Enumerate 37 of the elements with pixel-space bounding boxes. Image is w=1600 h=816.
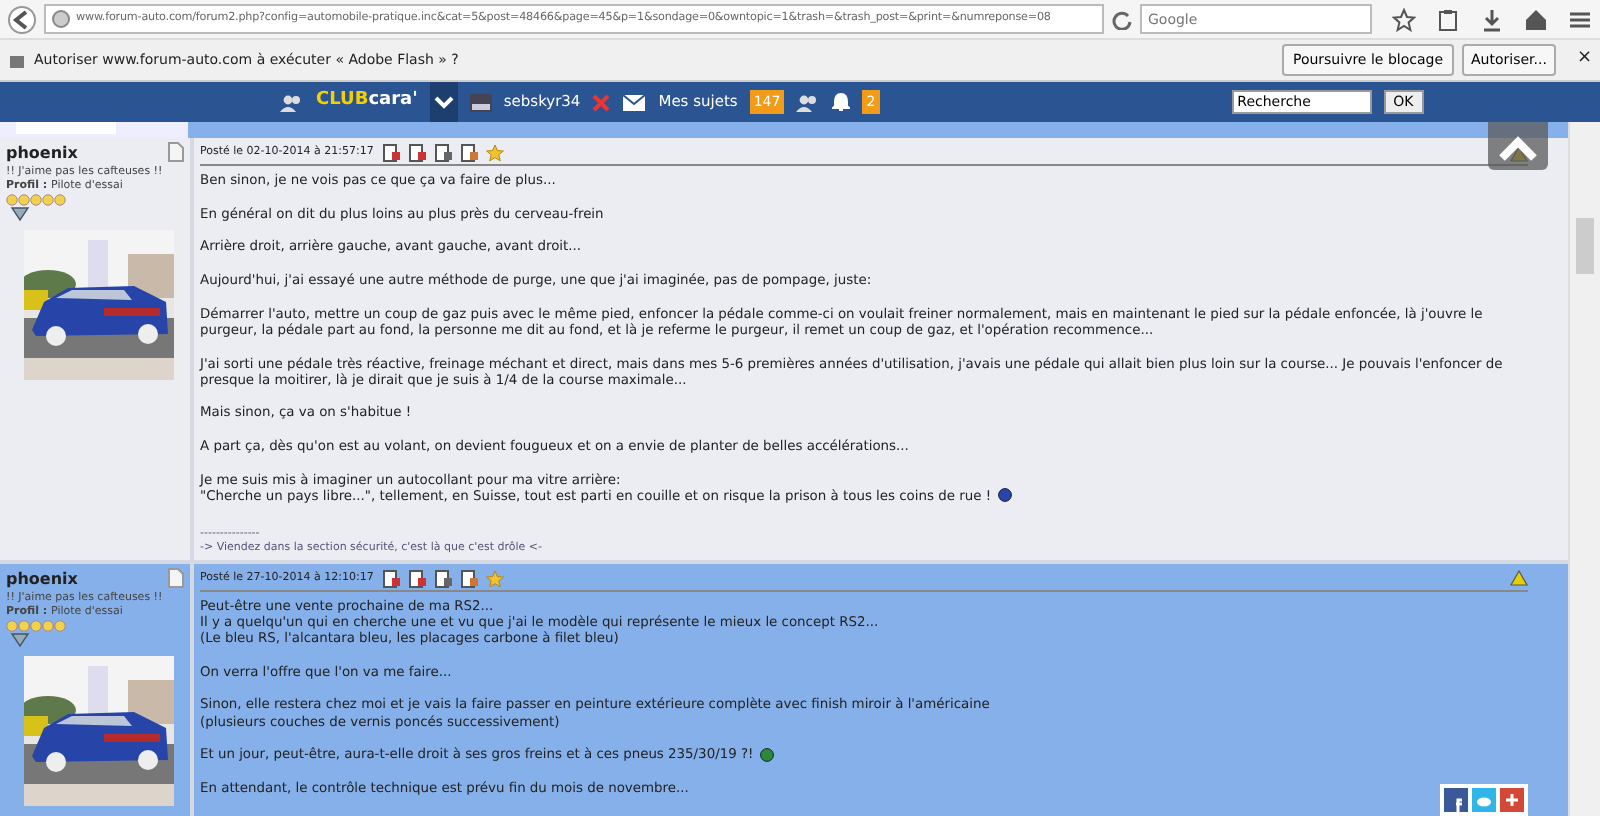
badge-icon <box>10 631 30 648</box>
users-icon[interactable] <box>280 93 304 111</box>
author-name[interactable]: phoenix <box>6 142 78 166</box>
facebook-icon[interactable] <box>1444 788 1468 812</box>
quote-icon[interactable] <box>381 569 400 588</box>
note-icon[interactable] <box>459 144 478 162</box>
document-icon[interactable] <box>168 567 184 588</box>
badge-icon <box>10 206 30 222</box>
star-icon[interactable] <box>485 569 504 588</box>
club-logo[interactable]: CLUBcara' <box>316 88 418 116</box>
document-icon[interactable] <box>168 142 184 162</box>
copy-icon[interactable] <box>433 569 452 588</box>
clipboard-icon[interactable] <box>1436 7 1460 31</box>
note-icon[interactable] <box>459 569 478 588</box>
star-icon[interactable] <box>485 144 504 162</box>
reload-icon[interactable] <box>1112 9 1132 29</box>
plus-icon[interactable] <box>1500 788 1524 812</box>
edit-icon[interactable] <box>407 144 426 162</box>
quote-icon[interactable] <box>381 144 400 162</box>
back-icon[interactable] <box>8 5 36 33</box>
edit-icon[interactable] <box>407 569 426 588</box>
bell-icon[interactable] <box>832 92 851 112</box>
avatar-icon <box>469 93 492 111</box>
star-icon[interactable] <box>1392 7 1416 31</box>
copy-icon[interactable] <box>433 144 452 162</box>
users-icon[interactable] <box>796 93 821 111</box>
close-button[interactable]: × <box>1576 46 1592 74</box>
home-icon[interactable] <box>1524 7 1548 31</box>
scrollbar-thumb[interactable] <box>1576 218 1594 274</box>
scroll-top-button[interactable] <box>1488 122 1548 170</box>
menu-icon[interactable] <box>1568 7 1592 31</box>
plugin-icon <box>8 51 26 69</box>
download-icon[interactable] <box>1480 7 1504 31</box>
envelope-icon[interactable] <box>622 93 647 111</box>
chevron-icon[interactable] <box>429 82 458 122</box>
author-name[interactable]: phoenix <box>6 567 78 592</box>
warning-icon[interactable] <box>1510 570 1528 587</box>
